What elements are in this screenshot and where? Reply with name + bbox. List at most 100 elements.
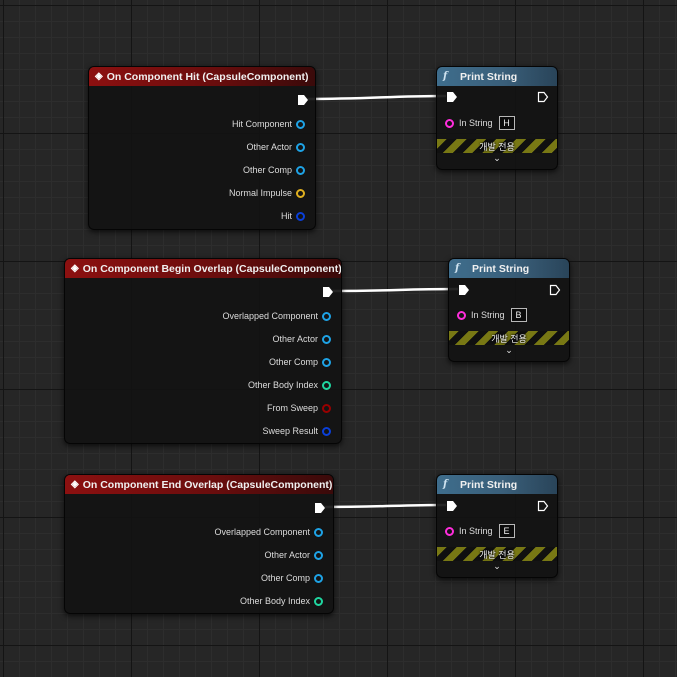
event-node-begin-overlap[interactable]: ◈ On Component Begin Overlap (CapsuleCom… bbox=[64, 258, 342, 444]
function-f-icon: f bbox=[443, 71, 448, 82]
struct-pin-icon[interactable] bbox=[322, 426, 331, 436]
pin-other-body-index[interactable]: Other Body Index bbox=[248, 379, 331, 391]
exec-wire-hit[interactable] bbox=[305, 94, 447, 101]
exec-in-pin[interactable] bbox=[458, 284, 470, 296]
pin-hit-component[interactable]: Hit Component bbox=[232, 118, 305, 130]
exec-out-pin[interactable] bbox=[314, 502, 326, 514]
exec-wire-begin-overlap[interactable] bbox=[330, 287, 459, 293]
node-title: Print String bbox=[472, 262, 530, 275]
object-pin-icon[interactable] bbox=[322, 311, 331, 321]
object-pin-icon[interactable] bbox=[296, 165, 305, 175]
event-node-end-overlap[interactable]: ◈ On Component End Overlap (CapsuleCompo… bbox=[64, 474, 334, 614]
development-only-bar: 개발 전용 bbox=[449, 331, 569, 345]
pin-other-comp[interactable]: Other Comp bbox=[269, 356, 331, 368]
pin-other-body-index[interactable]: Other Body Index bbox=[240, 595, 323, 607]
string-pin-icon[interactable] bbox=[445, 526, 454, 536]
exec-out-pin[interactable] bbox=[297, 94, 309, 106]
in-string-value-input[interactable]: E bbox=[498, 524, 515, 538]
object-pin-icon[interactable] bbox=[296, 142, 305, 152]
node-title: On Component Begin Overlap (CapsuleCompo… bbox=[82, 262, 342, 275]
int-pin-icon[interactable] bbox=[314, 596, 323, 606]
node-header[interactable]: ◈ On Component Hit (CapsuleComponent) bbox=[89, 67, 315, 86]
exec-out-pin[interactable] bbox=[322, 286, 334, 298]
in-string-value-input[interactable]: B bbox=[510, 308, 527, 322]
object-pin-icon[interactable] bbox=[322, 334, 331, 344]
development-only-bar: 개발 전용 bbox=[437, 547, 557, 561]
pin-overlapped-component[interactable]: Overlapped Component bbox=[222, 310, 331, 322]
in-string-pin[interactable]: In String H bbox=[445, 116, 515, 130]
pin-label: Other Comp bbox=[260, 573, 310, 583]
string-pin-icon[interactable] bbox=[457, 310, 466, 320]
node-header[interactable]: ◈ On Component Begin Overlap (CapsuleCom… bbox=[65, 259, 341, 278]
pin-label: Other Actor bbox=[264, 550, 310, 560]
pin-label: Overlapped Component bbox=[214, 527, 310, 537]
bool-pin-icon[interactable] bbox=[322, 403, 331, 413]
object-pin-icon[interactable] bbox=[296, 119, 305, 129]
exec-wire-end-overlap[interactable] bbox=[322, 503, 447, 509]
node-header[interactable]: f Print String bbox=[437, 67, 557, 86]
pin-other-actor[interactable]: Other Actor bbox=[272, 333, 331, 345]
pin-sweep-result[interactable]: Sweep Result bbox=[262, 425, 331, 437]
expand-chevron-icon[interactable]: ⌄ bbox=[449, 345, 569, 356]
exec-in-pin[interactable] bbox=[446, 500, 458, 512]
expand-chevron-icon[interactable]: ⌄ bbox=[437, 561, 557, 572]
struct-pin-icon[interactable] bbox=[296, 211, 305, 221]
exec-out-pin[interactable] bbox=[537, 91, 549, 103]
pin-label: In String bbox=[471, 310, 505, 320]
node-header[interactable]: f Print String bbox=[449, 259, 569, 278]
event-diamond-icon: ◈ bbox=[95, 71, 103, 82]
pin-other-actor[interactable]: Other Actor bbox=[246, 141, 305, 153]
pin-overlapped-component[interactable]: Overlapped Component bbox=[214, 526, 323, 538]
pin-other-actor[interactable]: Other Actor bbox=[264, 549, 323, 561]
print-string-node-hit[interactable]: f Print String In String H 개발 전용 ⌄ bbox=[436, 66, 558, 170]
node-title: On Component End Overlap (CapsuleCompone… bbox=[82, 478, 333, 491]
dev-only-label: 개발 전용 bbox=[479, 141, 515, 152]
pin-label: Other Actor bbox=[246, 142, 292, 152]
pin-label: Normal Impulse bbox=[228, 188, 292, 198]
pin-label: Hit bbox=[281, 211, 292, 221]
pin-label: Overlapped Component bbox=[222, 311, 318, 321]
pin-normal-impulse[interactable]: Normal Impulse bbox=[229, 187, 305, 199]
print-string-node-end-overlap[interactable]: f Print String In String E 개발 전용 ⌄ bbox=[436, 474, 558, 578]
dev-only-label: 개발 전용 bbox=[491, 333, 527, 344]
in-string-pin[interactable]: In String E bbox=[445, 524, 515, 538]
pin-label: In String bbox=[459, 526, 493, 536]
node-title: Print String bbox=[460, 70, 518, 83]
event-node-component-hit[interactable]: ◈ On Component Hit (CapsuleComponent) Hi… bbox=[88, 66, 316, 230]
pin-other-comp[interactable]: Other Comp bbox=[243, 164, 305, 176]
object-pin-icon[interactable] bbox=[314, 550, 323, 560]
pin-label: Other Actor bbox=[272, 334, 318, 344]
node-header[interactable]: ◈ On Component End Overlap (CapsuleCompo… bbox=[65, 475, 333, 494]
int-pin-icon[interactable] bbox=[322, 380, 331, 390]
function-f-icon: f bbox=[443, 479, 448, 490]
expand-chevron-icon[interactable]: ⌄ bbox=[437, 153, 557, 164]
pin-label: Other Comp bbox=[268, 357, 318, 367]
pin-from-sweep[interactable]: From Sweep bbox=[267, 402, 331, 414]
pin-label: In String bbox=[459, 118, 493, 128]
node-title: On Component Hit (CapsuleComponent) bbox=[106, 70, 309, 83]
development-only-bar: 개발 전용 bbox=[437, 139, 557, 153]
event-diamond-icon: ◈ bbox=[71, 479, 79, 490]
node-title: Print String bbox=[460, 478, 518, 491]
pin-other-comp[interactable]: Other Comp bbox=[261, 572, 323, 584]
delegate-pin-icon[interactable] bbox=[314, 72, 315, 81]
pin-label: Hit Component bbox=[231, 119, 292, 129]
pin-hit[interactable]: Hit bbox=[281, 210, 305, 222]
in-string-pin[interactable]: In String B bbox=[457, 308, 527, 322]
event-diamond-icon: ◈ bbox=[71, 263, 79, 274]
exec-out-pin[interactable] bbox=[537, 500, 549, 512]
dev-only-label: 개발 전용 bbox=[479, 549, 515, 560]
object-pin-icon[interactable] bbox=[314, 527, 323, 537]
pin-label: Other Body Index bbox=[247, 380, 318, 390]
vector-pin-icon[interactable] bbox=[296, 188, 305, 198]
exec-out-pin[interactable] bbox=[549, 284, 561, 296]
pin-label: Other Comp bbox=[242, 165, 292, 175]
in-string-value-input[interactable]: H bbox=[498, 116, 515, 130]
pin-label: Sweep Result bbox=[262, 426, 318, 436]
object-pin-icon[interactable] bbox=[314, 573, 323, 583]
object-pin-icon[interactable] bbox=[322, 357, 331, 367]
string-pin-icon[interactable] bbox=[445, 118, 454, 128]
print-string-node-begin-overlap[interactable]: f Print String In String B 개발 전용 ⌄ bbox=[448, 258, 570, 362]
exec-in-pin[interactable] bbox=[446, 91, 458, 103]
node-header[interactable]: f Print String bbox=[437, 475, 557, 494]
